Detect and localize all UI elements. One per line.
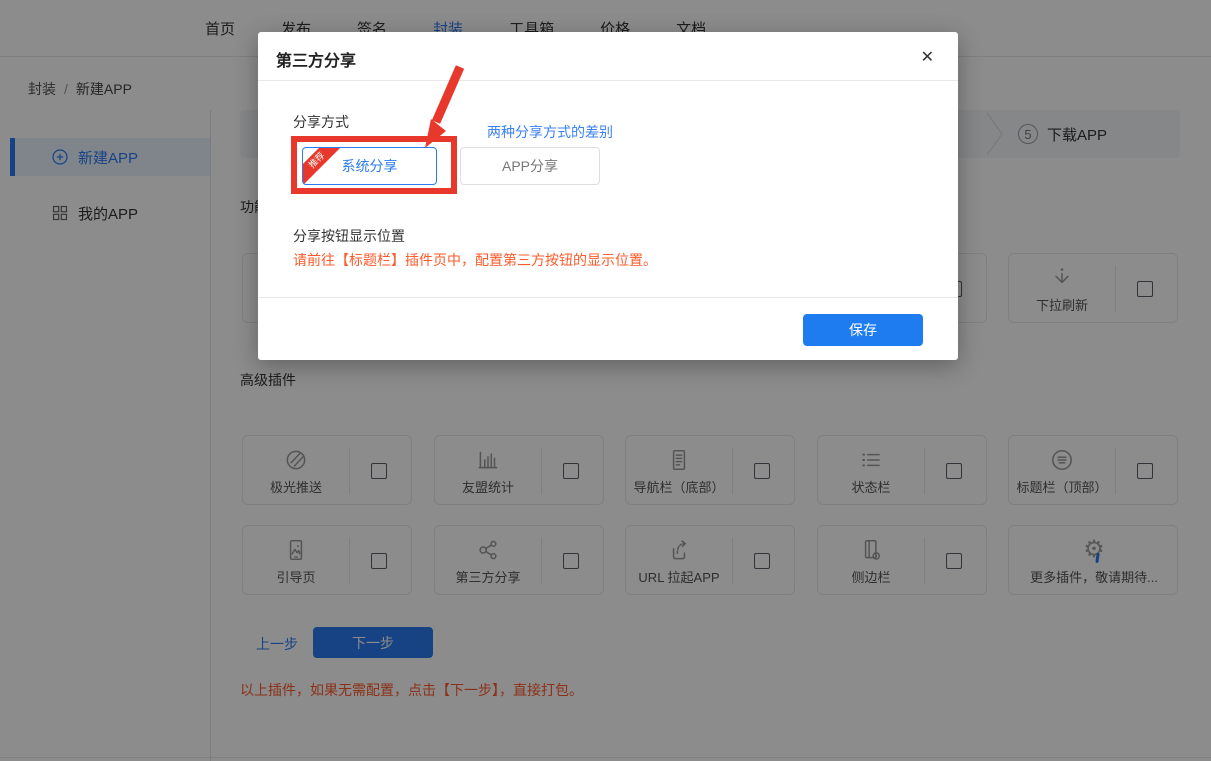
share-method-label: 分享方式: [293, 112, 349, 132]
share-button-position-note: 请前往【标题栏】插件页中，配置第三方按钮的显示位置。: [293, 250, 657, 270]
recommend-badge: 推荐: [302, 147, 344, 185]
save-button[interactable]: 保存: [803, 314, 923, 346]
footer-divider: [258, 297, 958, 298]
page: 首页 发布 签名 封装 工具箱 价格 文档 封装/新建APP 新建APP 我的A…: [0, 0, 1211, 761]
tab-app-share[interactable]: APP分享: [460, 147, 600, 185]
tab-system-share[interactable]: 推荐 系统分享: [302, 147, 437, 185]
share-method-diff-link[interactable]: 两种分享方式的差别: [487, 122, 613, 142]
dialog-header: 第三方分享 ✕: [258, 32, 958, 81]
close-icon[interactable]: ✕: [915, 45, 940, 69]
dialog-title: 第三方分享: [276, 47, 356, 71]
third-party-share-dialog: 第三方分享 ✕ 分享方式 两种分享方式的差别 推荐 系统分享 APP分享 分享按…: [258, 32, 958, 360]
tab-label: APP分享: [502, 156, 558, 176]
share-button-position-label: 分享按钮显示位置: [293, 226, 405, 246]
tab-label: 系统分享: [342, 156, 398, 176]
